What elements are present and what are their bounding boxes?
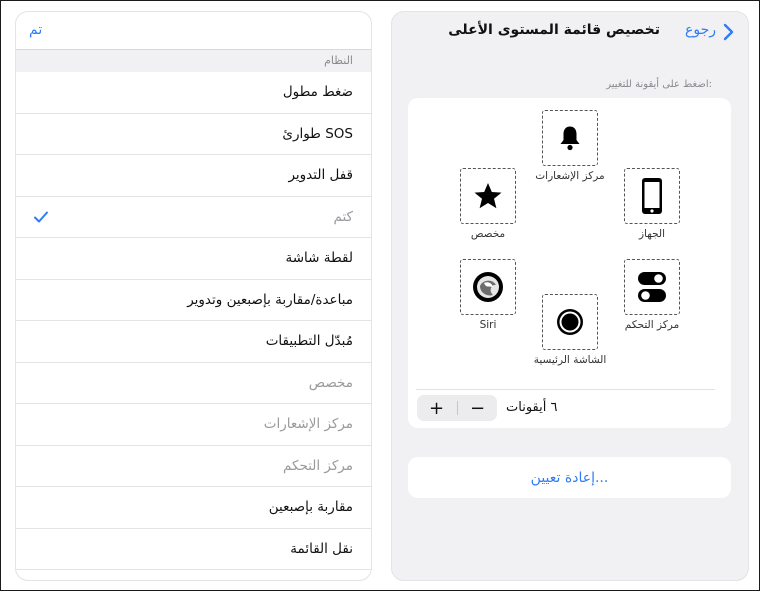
toggles-icon xyxy=(638,272,666,302)
slot-device[interactable]: الجهاز xyxy=(624,168,680,240)
reset-button[interactable]: إعادة تعيين... xyxy=(531,470,609,486)
list-item[interactable]: مباعدة/مقاربة بإصبعين وتدوير xyxy=(16,280,371,321)
slot-box xyxy=(624,168,680,224)
list-item-selected[interactable]: كتم xyxy=(16,197,371,238)
list-item[interactable]: ضغط مطول xyxy=(16,72,371,114)
list-item[interactable]: طوارئ SOS xyxy=(16,114,371,155)
list-item[interactable]: مقاربة بإصبعين xyxy=(16,487,371,529)
star-icon xyxy=(474,183,502,209)
list-item-label: كتم xyxy=(333,208,354,225)
list-item-label: ضغط مطول xyxy=(282,84,353,100)
page-title: تخصيص قائمة المستوى الأعلى xyxy=(448,22,660,38)
chevron-back-icon[interactable] xyxy=(722,22,736,42)
icon-count-stepper: + − xyxy=(417,395,497,421)
home-button-icon xyxy=(557,309,583,335)
navigation-bar: رجوع تخصيص قائمة المستوى الأعلى xyxy=(392,12,748,52)
list-item-label: نقل القائمة xyxy=(290,540,353,557)
list-item-disabled: مركز التحكم xyxy=(16,446,371,487)
list-item-label: مباعدة/مقاربة بإصبعين وتدوير xyxy=(187,291,353,308)
card-divider xyxy=(416,389,715,390)
section-header: النظام xyxy=(16,50,371,72)
list-item-label: مركز التحكم xyxy=(283,457,353,474)
list-item-label: مُبدّل التطبيقات xyxy=(265,333,353,349)
slot-notification-center[interactable]: مركز الإشعارات xyxy=(535,110,605,182)
slot-control-center[interactable]: مركز التحكم xyxy=(624,259,680,331)
list-item[interactable]: نقل القائمة xyxy=(16,529,371,570)
action-list-panel: تم النظام ضغط مطول طوارئ SOS قفل التدوير… xyxy=(15,11,372,581)
icon-count-label: ٦ أيقونات xyxy=(506,400,558,415)
section-header-label: النظام xyxy=(324,54,353,67)
list-item-disabled: مركز الإشعارات xyxy=(16,404,371,446)
slot-box xyxy=(542,110,598,166)
slot-label: مخصص xyxy=(470,228,506,240)
slot-home-screen[interactable]: الشاشة الرئيسية xyxy=(534,294,606,366)
slot-box xyxy=(460,168,516,224)
decrease-button[interactable]: − xyxy=(458,395,497,421)
list-item[interactable]: مُبدّل التطبيقات xyxy=(16,321,371,363)
siri-icon xyxy=(473,272,503,302)
slot-box xyxy=(460,259,516,315)
bell-icon xyxy=(560,126,580,151)
slot-label: مركز التحكم xyxy=(624,319,680,331)
hint-text: اضغط على أيقونة للتغيير: xyxy=(606,79,712,90)
slot-custom[interactable]: مخصص xyxy=(460,168,516,240)
list-item-label: مقاربة بإصبعين xyxy=(268,499,353,515)
list-item-label: لقطة شاشة xyxy=(285,250,353,266)
slot-siri[interactable]: Siri xyxy=(460,259,516,331)
list-item[interactable]: قفل التدوير xyxy=(16,155,371,197)
list-item[interactable]: لقطة شاشة xyxy=(16,238,371,280)
reset-card: إعادة تعيين... xyxy=(408,457,731,498)
list-item-disabled: مخصص xyxy=(16,363,371,404)
slot-box xyxy=(624,259,680,315)
increase-button[interactable]: + xyxy=(417,395,456,421)
list-item-label: مركز الإشعارات xyxy=(263,416,353,432)
slot-label: الجهاز xyxy=(638,228,665,240)
slot-box xyxy=(542,294,598,350)
slot-label: Siri xyxy=(479,319,497,331)
list-item-label: قفل التدوير xyxy=(288,167,353,183)
icon-layout-card: مركز الإشعارات الجهاز مخصص مركز التحكم S… xyxy=(408,98,731,428)
iphone-device-icon xyxy=(642,178,662,214)
customize-menu-panel: رجوع تخصيص قائمة المستوى الأعلى اضغط على… xyxy=(391,11,749,581)
list-item-label: مخصص xyxy=(308,374,353,391)
slot-label: مركز الإشعارات xyxy=(535,170,605,182)
slot-label: الشاشة الرئيسية xyxy=(533,354,607,366)
done-button[interactable]: تم xyxy=(29,22,42,38)
list-item-label: طوارئ SOS xyxy=(282,125,353,142)
action-list: ضغط مطول طوارئ SOS قفل التدوير كتم لقطة … xyxy=(16,72,371,570)
back-button[interactable]: رجوع xyxy=(685,22,716,38)
checkmark-icon xyxy=(34,211,48,222)
